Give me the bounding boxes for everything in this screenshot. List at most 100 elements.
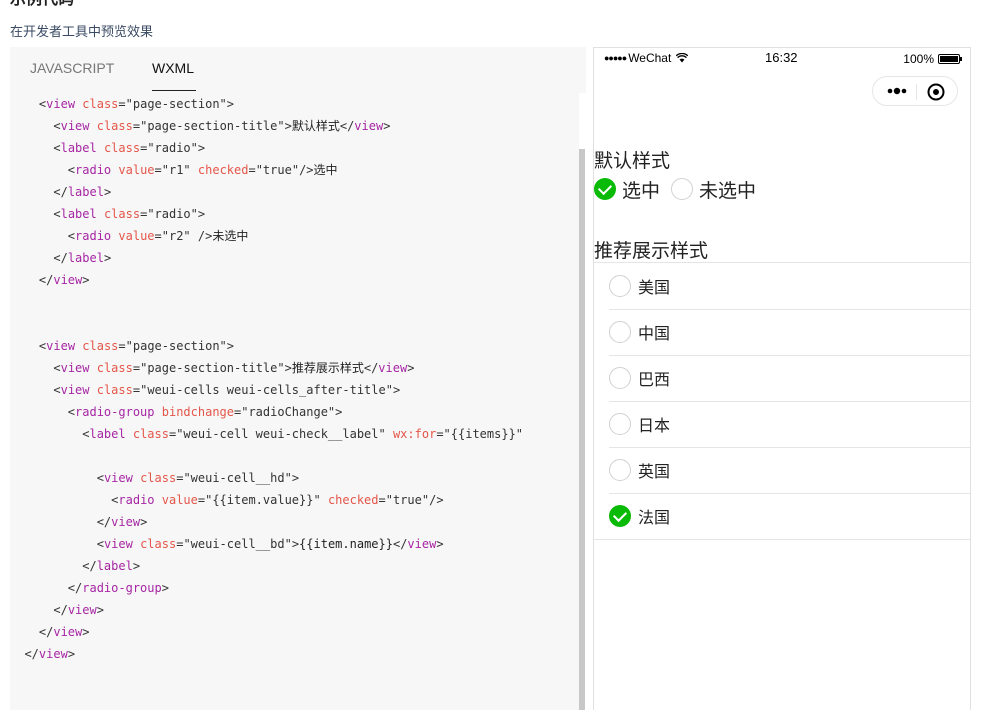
page-subtitle: 在开发者工具中预览效果 [10,24,154,39]
code-token-attr: class [132,427,169,441]
code-token-attr: class [96,361,133,375]
code-token-tag: view [60,383,90,397]
code-panel: JAVASCRIPT WXML <view class="page-sectio… [10,47,586,710]
code-scrollbar-thumb[interactable] [579,149,585,710]
section-title-recommended: 推荐展示样式 [594,240,709,262]
radio-label: 选中 [622,179,661,202]
radio-checked-icon[interactable] [594,178,616,200]
code-token-attr: value [118,229,155,243]
radio-checked-icon[interactable] [609,505,631,527]
code-token-tag: view [38,647,68,661]
code-token-punc: < [96,471,104,485]
radio-unchecked-icon[interactable] [609,275,631,297]
list-item[interactable]: 英国 [594,447,970,493]
code-token-attr: wx:for [392,427,437,441]
code-token-attr: class [96,119,133,133]
code-token-punc: = [248,163,256,177]
code-token-punc: > [161,581,169,595]
code-token-tag: radio-group [82,581,162,595]
country-name: 法国 [638,508,671,527]
code-token-tag: view [46,339,76,353]
capsule-menu [872,76,958,106]
list-item[interactable]: 美国 [594,263,970,309]
code-token-punc [321,493,328,507]
code-token-tag: label [67,251,104,265]
radio-option-checked[interactable]: 选中 [594,176,660,203]
status-bar: ●●●●● WeChat 16:32 100% [594,48,970,68]
code-token-punc: = [154,163,162,177]
list-item[interactable]: 日本 [594,401,970,447]
code-line: <radio value="r1" checked="true"/>选中 [10,159,580,181]
radio-option-unchecked[interactable]: 未选中 [671,176,756,203]
status-left: ●●●●● WeChat [604,51,689,65]
code-token-punc: > [197,141,206,155]
code-token-punc: > [436,537,444,551]
code-token-punc: </ [392,537,408,551]
code-token-tag: label [89,427,126,441]
code-token-punc: < [96,537,104,551]
target-circle-icon[interactable] [925,81,947,103]
code-token-str: "weui-cell__hd" [183,471,292,485]
code-token-punc [155,405,162,419]
code-line: <radio-group bindchange="radioChange"> [10,401,580,423]
code-line: </view> [10,643,580,665]
radio-unchecked-icon[interactable] [609,367,631,389]
radio-unchecked-icon[interactable] [609,459,631,481]
code-token-tag: label [67,185,104,199]
code-line: <label class="radio"> [10,137,580,159]
code-token-punc: > [226,339,235,353]
code-line: <label class="radio"> [10,203,580,225]
code-token-str: "page-section" [125,97,227,111]
radio-unchecked-icon[interactable] [609,321,631,343]
code-token-str: "radio" [147,141,198,155]
code-line: <view class="page-section"> [10,335,580,357]
list-item[interactable]: 巴西 [594,355,970,401]
code-token-punc: = [132,119,141,133]
code-token-punc [191,163,198,177]
code-token-str: "true" [255,163,300,177]
code-token-tag: view [53,625,83,639]
radio-unchecked-icon[interactable] [671,178,694,200]
tab-javascript[interactable]: JAVASCRIPT [30,60,114,76]
code-editor[interactable]: <view class="page-section"> <view class=… [10,93,580,665]
code-token-attr: checked [197,163,249,177]
code-token-tag: label [60,141,97,155]
code-token-str: "radio" [147,207,198,221]
radio-unchecked-icon[interactable] [609,413,631,435]
code-token-attr: class [140,537,177,551]
code-line: <view class="weui-cells weui-cells_after… [10,379,580,401]
code-token-punc: > [291,537,300,551]
more-dots-icon[interactable] [881,83,913,99]
list-item[interactable]: 中国 [594,309,970,355]
code-token-punc: > [67,647,76,661]
code-token-tag: view [111,515,141,529]
code-token-attr: value [161,493,198,507]
list-item[interactable]: 法国 [594,493,970,539]
code-token-attr: class [103,141,141,155]
code-token-text: 未选中 [212,229,249,243]
code-token-punc: > [82,273,90,287]
code-token-punc: </ [363,361,379,375]
code-token-tag: view [46,97,76,111]
code-token-str: "weui-cell__bd" [183,537,292,551]
code-token-tag: view [60,119,90,133]
code-token-str: "weui-cell weui-check__label" [176,427,386,441]
code-token-str: "page-section" [125,339,227,353]
code-token-punc: = [118,97,126,111]
code-line: </view> [10,599,580,621]
code-token-tag: label [96,559,133,573]
code-token-punc: > [291,471,300,485]
code-token-punc: > [140,515,148,529]
code-token-punc [133,471,140,485]
tab-wxml[interactable]: WXML [152,60,194,76]
